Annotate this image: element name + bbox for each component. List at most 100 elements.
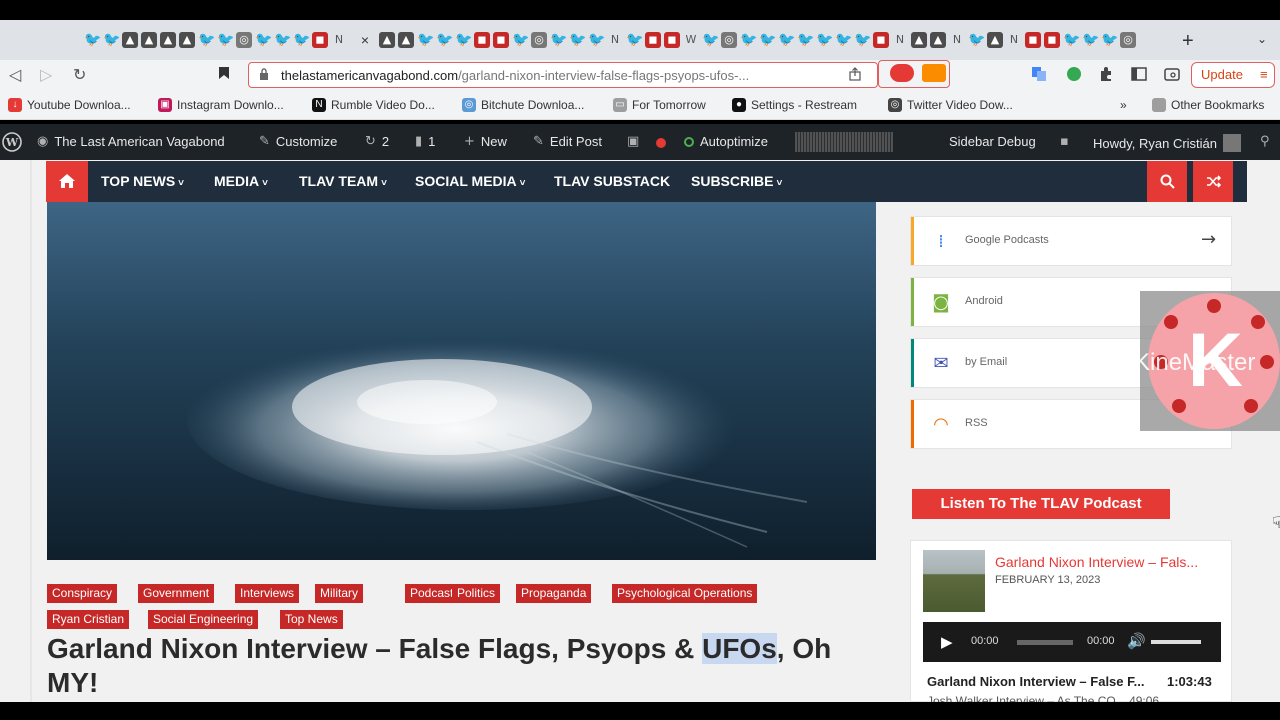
category-tag[interactable]: Podcast — [405, 584, 459, 603]
tab-favicon-icon[interactable]: ◎ — [531, 32, 547, 48]
bookmark-item[interactable]: ◎ Bitchute Downloa... — [462, 98, 584, 112]
category-tag[interactable]: Politics — [452, 584, 501, 603]
tab-favicon-icon[interactable]: 🐦 — [588, 32, 605, 48]
tab-favicon-icon[interactable]: 🐦 — [968, 32, 985, 48]
tab-favicon-icon[interactable]: 🐦 — [417, 32, 434, 48]
forward-icon[interactable]: ▷ — [40, 65, 52, 85]
tab-favicon-icon[interactable]: ▲ — [398, 32, 414, 48]
podcast-title[interactable]: Garland Nixon Interview – Fals... — [995, 554, 1198, 570]
tab-favicon-icon[interactable]: 🐦 — [816, 32, 833, 48]
category-tag[interactable]: Ryan Cristian — [47, 610, 130, 629]
category-tag[interactable]: Propaganda — [516, 584, 592, 603]
tab-favicon-icon[interactable]: ◼ — [312, 32, 328, 48]
tab-favicon-icon[interactable]: 🐦 — [293, 32, 310, 48]
new-tab-button[interactable]: + — [1182, 30, 1194, 53]
play-icon[interactable]: ▶ — [941, 633, 953, 651]
sidebar-panel-icon[interactable] — [1131, 66, 1147, 86]
tab-favicon-icon[interactable]: ◼ — [664, 32, 680, 48]
bookmark-item[interactable]: ▣ Instagram Downlo... — [158, 98, 284, 112]
tab-favicon-icon[interactable]: ◎ — [236, 32, 252, 48]
tab-favicon-icon[interactable]: N — [331, 32, 347, 48]
wp-autoptimize[interactable]: Autoptimize — [684, 134, 768, 149]
category-tag[interactable]: Interviews — [235, 584, 300, 603]
category-tag[interactable]: Social Engineering — [148, 610, 259, 629]
tab-close-icon[interactable]: × — [357, 32, 373, 48]
progress-bar[interactable] — [1017, 640, 1073, 645]
bookmark-item[interactable]: ◎ Twitter Video Dow... — [888, 98, 1013, 112]
listen-podcast-button[interactable]: Listen To The TLAV Podcast — [912, 489, 1170, 519]
wp-customize[interactable]: ✎ Customize — [259, 134, 337, 149]
home-icon[interactable] — [46, 161, 88, 202]
brave-shield-icon[interactable] — [890, 64, 914, 82]
tab-favicon-icon[interactable]: 🐦 — [103, 32, 120, 48]
nav-item[interactable]: MEDIA ˅ — [214, 173, 268, 189]
category-tag[interactable]: Top News — [280, 610, 343, 629]
podcast-thumbnail[interactable] — [923, 550, 985, 612]
tab-favicon-icon[interactable]: 🐦 — [759, 32, 776, 48]
tab-favicon-icon[interactable]: 🐦 — [84, 32, 101, 48]
tab-favicon-icon[interactable]: 🐦 — [797, 32, 814, 48]
search-icon[interactable] — [1147, 161, 1187, 202]
reload-icon[interactable]: ↻ — [73, 65, 86, 85]
tab-favicon-icon[interactable]: 🐦 — [740, 32, 757, 48]
update-button[interactable]: Update ≡ — [1191, 62, 1275, 88]
tab-favicon-icon[interactable]: ▲ — [122, 32, 138, 48]
wp-search-icon[interactable]: ⚲ — [1260, 134, 1270, 149]
wordpress-logo-icon[interactable]: W — [2, 132, 22, 152]
category-tag[interactable]: Conspiracy — [47, 584, 118, 603]
tab-favicon-icon[interactable]: ▲ — [911, 32, 927, 48]
tab-favicon-icon[interactable]: ▲ — [141, 32, 157, 48]
tab-favicon-icon[interactable]: N — [607, 32, 623, 48]
wp-new[interactable]: + New — [464, 134, 507, 149]
share-icon[interactable] — [849, 67, 861, 84]
tab-favicon-icon[interactable]: ◼ — [1025, 32, 1041, 48]
tab-favicon-icon[interactable]: 🐦 — [569, 32, 586, 48]
tab-favicon-list[interactable]: 🐦 🐦 ▲ ▲ ▲ ▲ 🐦 🐦 ◎ 🐦 🐦 🐦 ◼ N — [84, 32, 347, 48]
tab-favicon-icon[interactable]: W — [683, 32, 699, 48]
category-tag[interactable]: Military — [315, 584, 363, 603]
playlist-item[interactable]: Garland Nixon Interview – False F... 1:0… — [927, 674, 1212, 689]
wp-extra-icon[interactable]: ▪ — [1060, 134, 1069, 149]
extensions-puzzle-icon[interactable] — [1098, 66, 1114, 86]
nav-item[interactable]: TLAV TEAM ˅ — [299, 173, 387, 189]
tab-favicon-icon[interactable]: 🐦 — [626, 32, 643, 48]
tab-favicon-icon[interactable]: 🐦 — [702, 32, 719, 48]
nav-item[interactable]: SUBSCRIBE ˅ — [691, 173, 782, 189]
translate-icon[interactable] — [1031, 66, 1047, 86]
wp-updates[interactable]: ↻ 2 — [365, 134, 389, 149]
tab-favicon-icon[interactable]: ◼ — [873, 32, 889, 48]
category-tag[interactable]: Psychological Operations — [612, 584, 758, 603]
wp-howdy[interactable]: Howdy, Ryan Cristián — [1093, 134, 1242, 152]
tab-favicon-icon[interactable]: 🐦 — [1063, 32, 1080, 48]
bookmark-item[interactable]: ▭ For Tomorrow — [613, 98, 706, 112]
tab-favicon-list-right[interactable]: ▲ ▲ 🐦 🐦 🐦 ◼ ◼ 🐦 ◎ 🐦 🐦 🐦 N 🐦 ◼ ◼ W 🐦 ◎ 🐦 🐦 🐦 🐦 🐦 🐦 🐦 ◼ N ▲ ▲ N 🐦 ▲ N ◼ ◼ 🐦 🐦 🐦 ◎ — [379, 32, 1136, 48]
tab-favicon-icon[interactable]: 🐦 — [274, 32, 291, 48]
tab-favicon-icon[interactable]: 🐦 — [1101, 32, 1118, 48]
tab-favicon-icon[interactable]: 🐦 — [778, 32, 795, 48]
volume-slider[interactable] — [1151, 640, 1201, 644]
tab-favicon-icon[interactable]: ▲ — [179, 32, 195, 48]
tab-favicon-icon[interactable]: ◼ — [1044, 32, 1060, 48]
tab-favicon-icon[interactable]: 🐦 — [455, 32, 472, 48]
tab-favicon-icon[interactable]: 🐦 — [835, 32, 852, 48]
tab-favicon-icon[interactable]: ◎ — [721, 32, 737, 48]
tab-favicon-icon[interactable]: N — [892, 32, 908, 48]
tab-favicon-icon[interactable]: ▲ — [987, 32, 1003, 48]
tab-favicon-icon[interactable]: ▲ — [160, 32, 176, 48]
tab-favicon-icon[interactable]: ◼ — [474, 32, 490, 48]
tab-search-chevron-icon[interactable]: ⌄ — [1257, 32, 1267, 46]
bookmark-item[interactable]: ● Settings - Restream — [732, 98, 857, 112]
nav-item[interactable]: TOP NEWS ˅ — [101, 173, 184, 189]
tab-favicon-icon[interactable]: 🐦 — [1082, 32, 1099, 48]
rewards-icon[interactable] — [922, 64, 946, 82]
back-icon[interactable]: ◁ — [9, 65, 21, 85]
tab-search-icon[interactable] — [1164, 66, 1180, 86]
tab-favicon-icon[interactable]: 🐦 — [198, 32, 215, 48]
tab-favicon-icon[interactable]: ▲ — [930, 32, 946, 48]
tab-favicon-icon[interactable]: ◼ — [493, 32, 509, 48]
category-tag[interactable]: Government — [138, 584, 215, 603]
bookmarks-overflow-icon[interactable]: » — [1120, 98, 1127, 112]
bookmark-icon[interactable] — [218, 66, 230, 83]
shuffle-icon[interactable] — [1193, 161, 1233, 202]
nav-item[interactable]: SOCIAL MEDIA ˅ — [415, 173, 525, 189]
